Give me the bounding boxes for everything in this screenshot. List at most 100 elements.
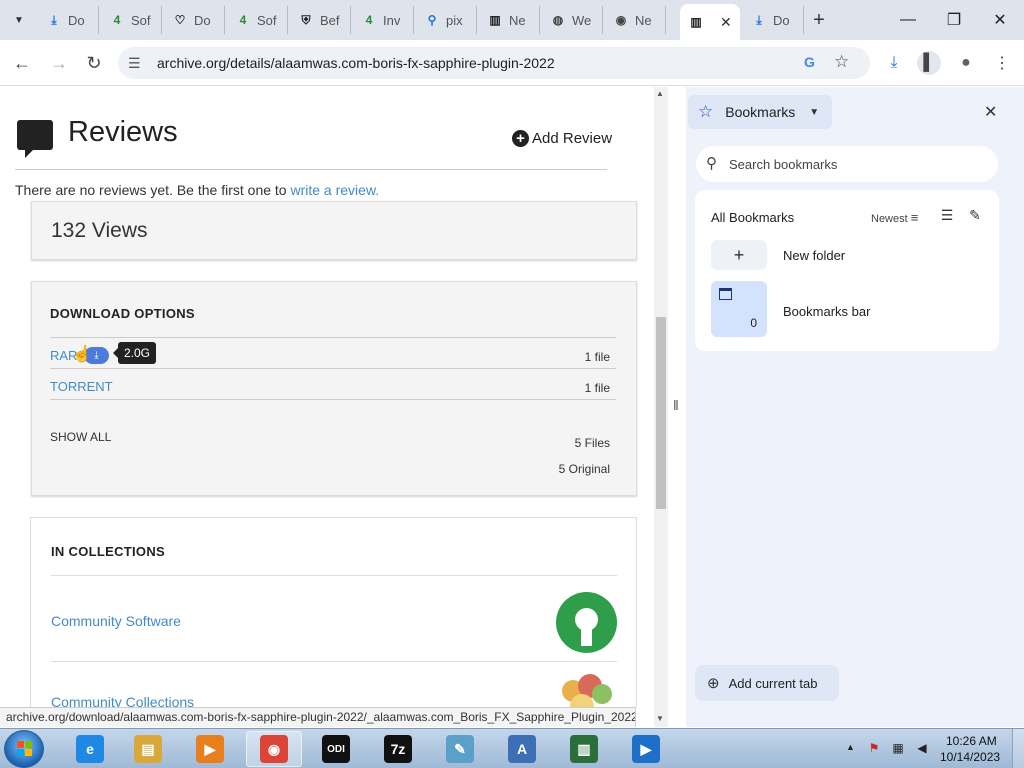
sort-icon: ≡ (910, 210, 919, 225)
bookmarks-bar-label[interactable]: Bookmarks bar (783, 304, 870, 319)
4shared-icon: 4 (365, 13, 373, 27)
browser-tab[interactable]: ⚲ pix (416, 6, 477, 34)
open-source-logo-icon[interactable] (556, 592, 617, 653)
back-button[interactable]: ← (9, 50, 35, 76)
community-collections-logo-icon[interactable] (556, 674, 617, 707)
scroll-down-arrow-icon[interactable]: ▼ (656, 714, 664, 723)
browser-tab[interactable]: ◍ We (542, 6, 603, 34)
close-window-button[interactable]: ✕ (988, 8, 1012, 32)
profile-avatar-icon[interactable]: ● (954, 51, 978, 75)
collection-link-community-software[interactable]: Community Software (51, 613, 181, 629)
page-scrollbar[interactable]: ▲ ▼ (654, 87, 668, 727)
tab-search-dropdown[interactable]: ▼ (6, 8, 32, 32)
taskbar-app-chrome[interactable]: ◉ (246, 731, 302, 767)
scroll-up-arrow-icon[interactable]: ▲ (656, 89, 664, 98)
tray-expand-icon[interactable]: ▲ (846, 742, 855, 752)
browser-tab[interactable]: ◉ Ne (605, 6, 666, 34)
chevron-down-icon: ▼ (809, 106, 820, 118)
divider (50, 368, 616, 369)
restore-button[interactable]: ❐ (942, 8, 966, 32)
menu-kebab-icon[interactable]: ⋮ (990, 51, 1014, 75)
add-review-label: Add Review (532, 130, 613, 147)
collection-link-community-collections[interactable]: Community Collections (51, 694, 194, 707)
add-current-tab-label: Add current tab (728, 675, 818, 691)
reload-button[interactable]: ↻ (81, 50, 107, 76)
sort-newest-button[interactable]: Newest ≡ (871, 210, 918, 225)
taskbar-app-file-explorer[interactable]: ▤ (120, 731, 176, 767)
browser-tab[interactable]: ♡ Do (164, 6, 225, 34)
tray-flag-icon[interactable]: ⚑ (866, 740, 882, 756)
browser-tab[interactable]: ▥ Ne (479, 6, 540, 34)
tab-label: Inv (383, 12, 401, 28)
tray-volume-icon[interactable]: ◀ (914, 740, 930, 756)
clock-time[interactable]: 10:26 AM (946, 734, 997, 748)
plus-icon: + (733, 244, 745, 265)
add-review-button[interactable]: + Add Review (512, 130, 612, 147)
download-torrent-count: 1 file (584, 381, 610, 395)
site-info-icon[interactable]: ☰ (128, 55, 141, 72)
taskbar-app-internet-explorer[interactable]: e (62, 731, 118, 767)
page-content: Reviews + Add Review There are no review… (0, 87, 654, 707)
taskbar-app-document-app[interactable]: A (494, 731, 550, 767)
tab-close-icon[interactable]: ✕ (720, 14, 732, 31)
browser-tab[interactable]: ⤓ Do (743, 6, 804, 34)
download-rar-count: 1 file (584, 350, 610, 364)
bookmark-star-icon: ☆ (698, 102, 714, 121)
browser-tab[interactable]: 4 Sof (101, 6, 162, 34)
folder-icon (719, 288, 732, 300)
new-tab-button[interactable]: + (808, 8, 830, 32)
archive-icon: ▥ (489, 13, 501, 27)
write-review-link[interactable]: write a review. (290, 182, 379, 198)
google-lens-icon[interactable]: G (804, 54, 815, 70)
bookmarks-search-input[interactable]: ⚲ Search bookmarks (696, 146, 998, 182)
show-desktop-button[interactable] (1012, 729, 1024, 768)
terminal-app-icon: ▥ (570, 735, 598, 763)
shield-icon: ⛨ (301, 12, 311, 27)
browser-tab[interactable]: 4 Inv (353, 6, 414, 34)
hand-cursor-icon: ☝ (72, 346, 92, 363)
forward-button[interactable]: → (46, 50, 72, 76)
taskbar-app-media-player[interactable]: ▶ (182, 731, 238, 767)
download-torrent-link[interactable]: TORRENT (50, 379, 113, 394)
heart-shield-icon: ♡ (174, 13, 186, 27)
taskbar-app-odi-app[interactable]: ODI (308, 731, 364, 767)
side-panel-resize-handle[interactable]: ‖ (668, 87, 686, 727)
archive-icon: ▥ (690, 15, 702, 29)
url-text[interactable]: archive.org/details/alaamwas.com-boris-f… (157, 55, 555, 71)
4shared-icon: 4 (113, 13, 121, 27)
download-icon: ⤓ (756, 12, 762, 27)
taskbar-app-notepad-app[interactable]: ✎ (432, 731, 488, 767)
edit-pencil-icon[interactable]: ✎ (966, 206, 984, 224)
browser-tab[interactable]: ⤓ Do (38, 6, 99, 34)
browser-tab[interactable]: ▥ ✕ (680, 4, 740, 40)
bookmark-star-icon[interactable]: ☆ (834, 52, 849, 72)
bookmarks-bar-folder[interactable]: 0 (711, 281, 767, 337)
new-folder-button[interactable]: + (711, 240, 767, 270)
new-folder-label[interactable]: New folder (783, 248, 845, 263)
plus-circle-icon: + (512, 130, 529, 147)
browser-tab[interactable]: ⛨ Bef (290, 6, 351, 34)
media-app-icon: ▶ (632, 735, 660, 763)
download-icon: ⤓ (51, 12, 57, 27)
taskbar-app-terminal-app[interactable]: ▥ (556, 731, 612, 767)
clock-date[interactable]: 10/14/2023 (940, 750, 1000, 764)
downloads-icon[interactable]: ⤓ (882, 51, 906, 75)
internet-explorer-icon: e (76, 735, 104, 763)
views-card: 132 Views (31, 201, 637, 260)
side-panel-icon[interactable]: ▌ (917, 51, 941, 75)
minimize-button[interactable]: — (896, 8, 920, 32)
side-panel-selector[interactable]: ☆ Bookmarks ▼ (688, 95, 832, 129)
resize-grip-icon[interactable]: ‖ (673, 397, 679, 413)
tray-network-icon[interactable]: ▦ (890, 740, 906, 756)
scroll-thumb[interactable] (656, 317, 666, 509)
windows-taskbar: e ▤ ▶ ◉ ODI 7z ✎ A ▥ ▶ ▲ ⚑ ▦ ◀ 10:26 AM 10/14/202… (0, 728, 1024, 768)
browser-tab[interactable]: 4 Sof (227, 6, 288, 34)
address-bar[interactable]: ☰ archive.org/details/alaamwas.com-boris… (118, 47, 870, 79)
add-current-tab-button[interactable]: ⊕ Add current tab (695, 665, 839, 701)
list-view-icon[interactable]: ☰ (938, 206, 956, 224)
taskbar-app-media-app[interactable]: ▶ (618, 731, 674, 767)
close-icon[interactable]: ✕ (984, 102, 997, 122)
show-all-link[interactable]: SHOW ALL (50, 430, 111, 444)
taskbar-app-7zip[interactable]: 7z (370, 731, 426, 767)
start-button[interactable] (4, 730, 44, 768)
